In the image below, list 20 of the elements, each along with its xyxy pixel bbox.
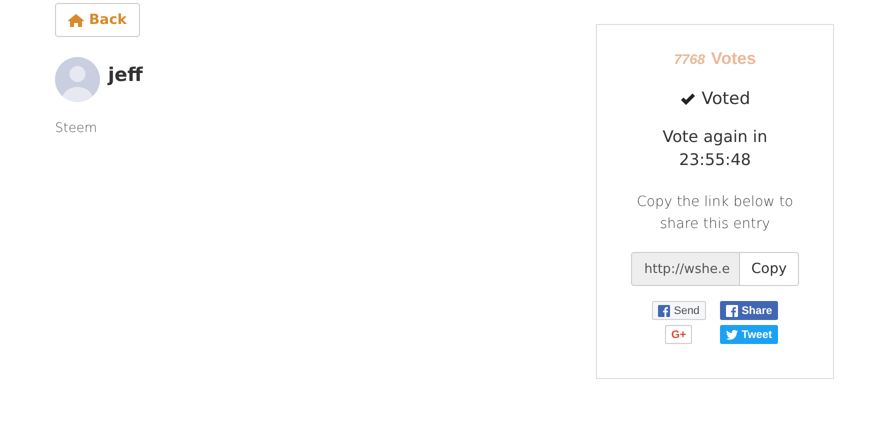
user-subtitle: Steem (55, 121, 98, 136)
home-icon (68, 14, 84, 26)
facebook-icon (658, 304, 670, 316)
back-button[interactable]: Back (55, 3, 140, 37)
share-button[interactable]: Share (720, 301, 778, 320)
vote-count: 7768 (674, 51, 706, 67)
votes-label: Votes (711, 49, 756, 69)
countdown-label: Vote again in (662, 126, 768, 148)
voted-status: Voted (702, 89, 750, 109)
share-button[interactable]: Send (652, 301, 706, 320)
tweet-button[interactable]: Tweet (720, 325, 778, 344)
user-name: jeff (108, 64, 143, 86)
bird-icon (726, 330, 738, 340)
avatar-icon (55, 57, 100, 102)
share-hint: Copy the link below to share this entry (636, 193, 794, 234)
link-field[interactable]: http://wshe.e (631, 252, 740, 286)
facebook-icon (726, 304, 738, 316)
copy-button[interactable]: Copy (739, 252, 799, 286)
share-button[interactable]: G+ (665, 325, 692, 344)
countdown-timer: 23:55:48 (678, 149, 752, 171)
